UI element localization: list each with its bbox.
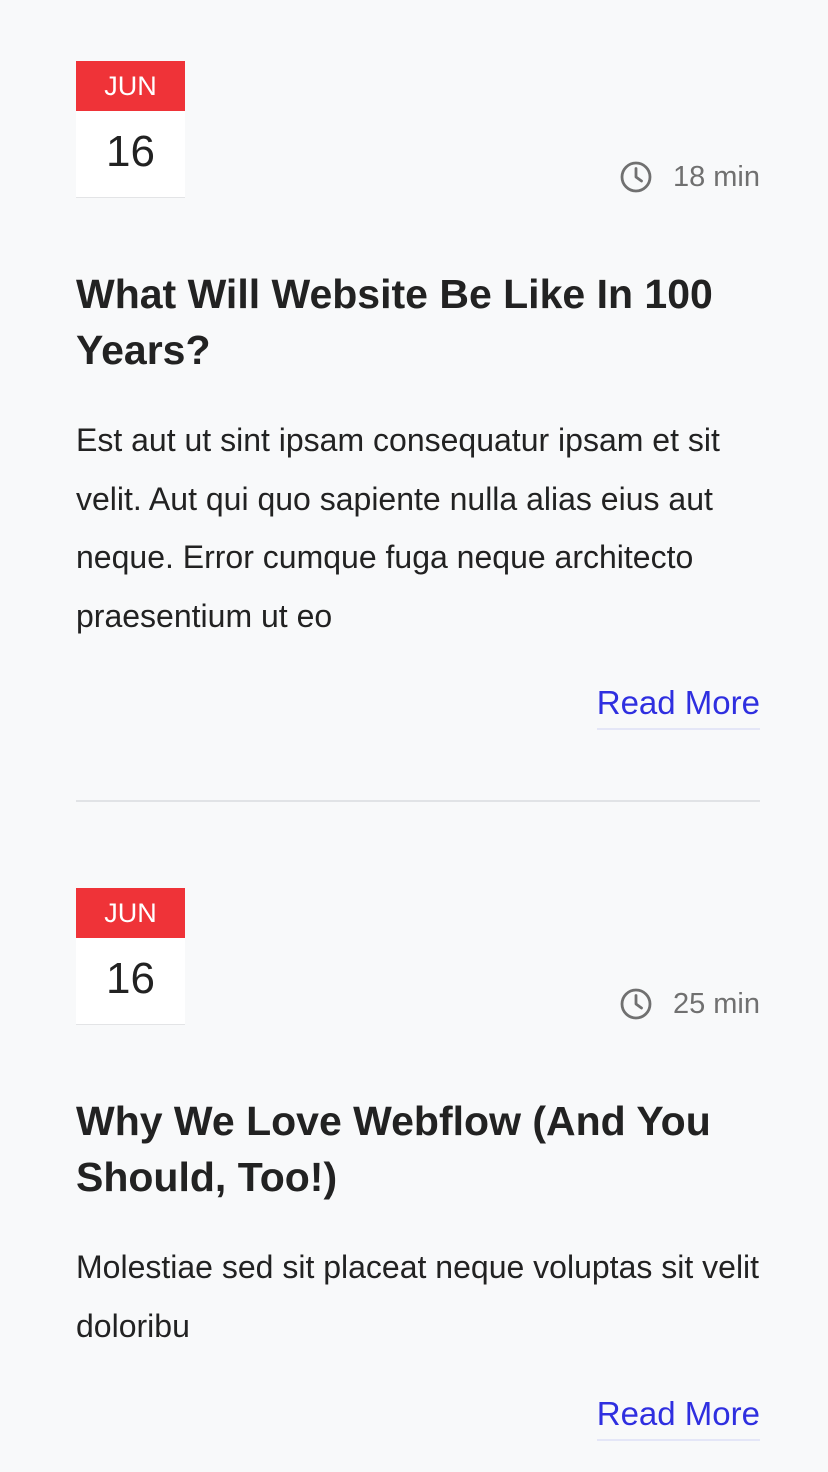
blog-post-list: JUN 16 18 min What Will Website Be Like … bbox=[0, 0, 828, 1472]
date-month: JUN bbox=[76, 888, 185, 938]
clock-icon bbox=[619, 160, 653, 194]
date-month: JUN bbox=[76, 61, 185, 111]
post-title[interactable]: What Will Website Be Like In 100 Years? bbox=[76, 266, 760, 378]
date-badge: JUN 16 bbox=[76, 888, 185, 1024]
read-time-label: 18 min bbox=[672, 160, 760, 193]
post-divider bbox=[76, 800, 760, 802]
date-day: 16 bbox=[106, 127, 155, 176]
post-excerpt: Est aut ut sint ipsam consequatur ipsam … bbox=[76, 422, 720, 634]
read-more-link[interactable]: Read More bbox=[596, 1393, 760, 1441]
blog-post-card: JUN 16 25 min Why We Love Webflow (And Y… bbox=[76, 888, 760, 1448]
clock-icon bbox=[619, 987, 653, 1021]
date-day: 16 bbox=[106, 954, 155, 1003]
post-excerpt: Molestiae sed sit placeat neque voluptas… bbox=[76, 1249, 760, 1344]
date-badge: JUN 16 bbox=[76, 61, 185, 197]
post-title[interactable]: Why We Love Webflow (And You Should, Too… bbox=[76, 1093, 760, 1205]
read-time: 25 min bbox=[619, 984, 760, 1024]
blog-post-card: JUN 16 18 min What Will Website Be Like … bbox=[76, 61, 760, 741]
read-more-link[interactable]: Read More bbox=[596, 682, 760, 730]
read-time-label: 25 min bbox=[672, 987, 760, 1020]
read-time: 18 min bbox=[619, 157, 760, 197]
